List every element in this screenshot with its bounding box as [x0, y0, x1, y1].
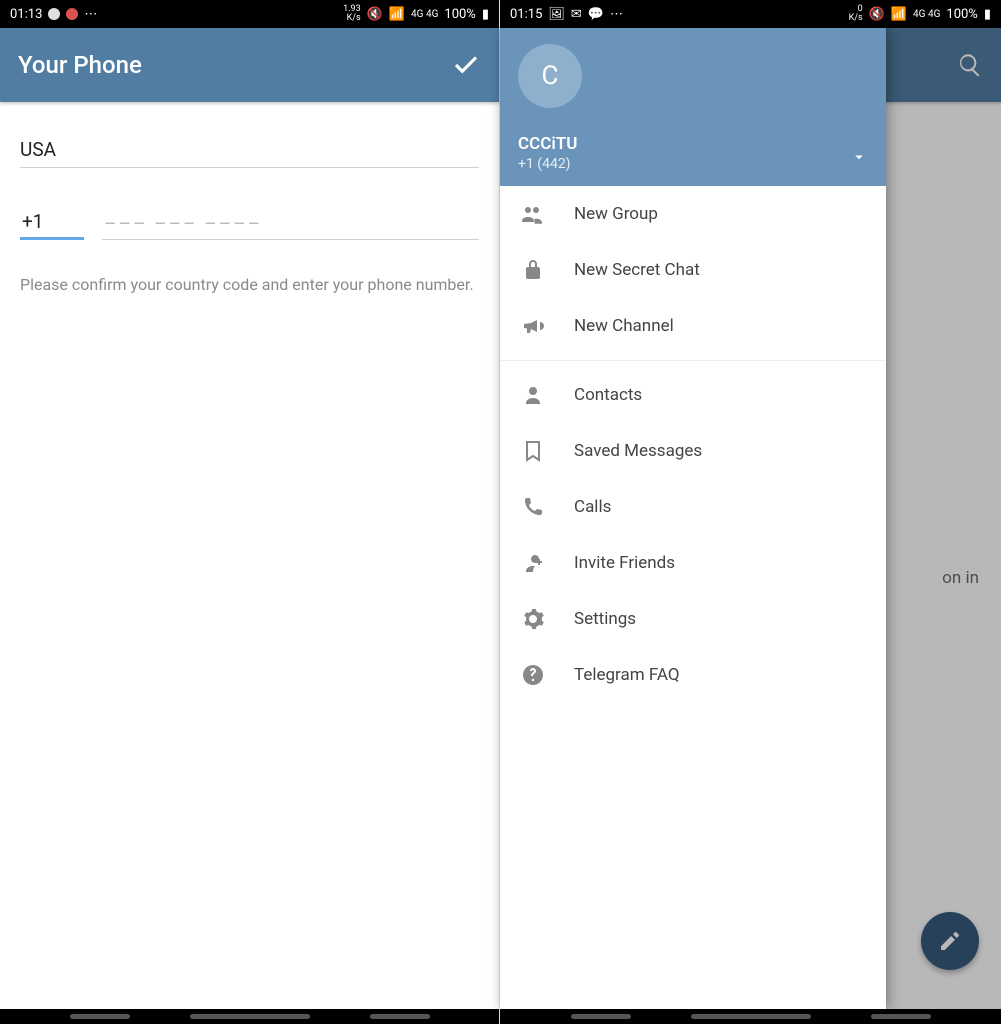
- status-icon: ⋯: [84, 7, 97, 22]
- account-phone: +1 (442): [518, 156, 868, 172]
- page-title: Your Phone: [18, 51, 142, 79]
- wifi-icon: 📶: [891, 7, 907, 22]
- status-net: 4G 4G: [411, 9, 438, 20]
- status-netspeed: 1.93 K/s: [343, 5, 361, 23]
- confirm-button[interactable]: [451, 50, 481, 80]
- status-icon: [48, 8, 60, 20]
- nav-back[interactable]: [871, 1014, 931, 1019]
- status-icon: ✉: [571, 7, 582, 22]
- mute-icon: 🔇: [367, 7, 383, 22]
- gear-icon: [520, 607, 546, 631]
- status-icon: [66, 8, 78, 20]
- bookmark-icon: [520, 439, 546, 463]
- people-icon: [520, 202, 546, 226]
- status-battery: 100%: [946, 7, 977, 22]
- drawer-item-invite[interactable]: Invite Friends: [500, 535, 886, 591]
- status-net: 4G 4G: [913, 9, 940, 20]
- drawer-item-label: New Group: [574, 204, 658, 224]
- phone-number-input[interactable]: ––– ––– ––––: [102, 208, 479, 240]
- android-navbar: [500, 1009, 1001, 1024]
- account-expand-icon[interactable]: [850, 148, 868, 166]
- country-field[interactable]: USA: [20, 132, 479, 168]
- drawer-item-new-group[interactable]: New Group: [500, 186, 886, 242]
- person-icon: [520, 383, 546, 407]
- drawer-item-label: Settings: [574, 609, 636, 629]
- status-icon: 🖼: [548, 7, 565, 22]
- battery-icon: ▮: [482, 7, 489, 22]
- invite-icon: [520, 551, 546, 575]
- screen-login: 01:13 ⋯ 1.93 K/s 🔇 📶 4G 4G 100% ▮ Your P…: [0, 0, 500, 1024]
- drawer-header[interactable]: C CCCiTU +1 (442): [500, 28, 886, 186]
- battery-icon: ▮: [984, 7, 991, 22]
- screen-drawer: 01:15 🖼 ✉ 💬 ⋯ 0 K/s 🔇 📶 4G 4G 100% ▮ on …: [500, 0, 1001, 1024]
- phone-icon: [520, 495, 546, 519]
- login-form: USA +1 ––– ––– –––– Please confirm your …: [0, 102, 499, 296]
- navigation-drawer: C CCCiTU +1 (442) New Group New Secret Ch…: [500, 28, 886, 1009]
- drawer-separator: [500, 360, 886, 361]
- help-icon: [520, 663, 546, 687]
- android-navbar: [0, 1009, 499, 1024]
- drawer-item-settings[interactable]: Settings: [500, 591, 886, 647]
- drawer-item-label: Saved Messages: [574, 441, 702, 461]
- avatar[interactable]: C: [518, 44, 582, 108]
- drawer-item-label: Calls: [574, 497, 611, 517]
- drawer-item-secret-chat[interactable]: New Secret Chat: [500, 242, 886, 298]
- status-battery: 100%: [444, 7, 475, 22]
- nav-recent[interactable]: [70, 1014, 130, 1019]
- drawer-item-faq[interactable]: Telegram FAQ: [500, 647, 886, 703]
- behind-text: on in: [942, 568, 979, 588]
- nav-home[interactable]: [190, 1014, 310, 1019]
- search-button[interactable]: [957, 52, 983, 78]
- status-bar: 01:13 ⋯ 1.93 K/s 🔇 📶 4G 4G 100% ▮: [0, 0, 499, 28]
- mute-icon: 🔇: [869, 7, 885, 22]
- drawer-item-label: Telegram FAQ: [574, 665, 680, 685]
- nav-home[interactable]: [691, 1014, 811, 1019]
- drawer-item-label: New Channel: [574, 316, 674, 336]
- drawer-item-label: New Secret Chat: [574, 260, 700, 280]
- drawer-list: New Group New Secret Chat New Channel Conta…: [500, 186, 886, 1009]
- drawer-item-label: Invite Friends: [574, 553, 675, 573]
- status-icon: ⋯: [610, 7, 623, 22]
- country-code-input[interactable]: +1: [20, 206, 84, 240]
- drawer-item-new-channel[interactable]: New Channel: [500, 298, 886, 354]
- nav-recent[interactable]: [571, 1014, 631, 1019]
- wifi-icon: 📶: [389, 7, 405, 22]
- status-netspeed: 0 K/s: [849, 5, 863, 23]
- drawer-item-saved[interactable]: Saved Messages: [500, 423, 886, 479]
- status-time: 01:15: [510, 7, 542, 22]
- status-time: 01:13: [10, 7, 42, 22]
- help-text: Please confirm your country code and ent…: [20, 274, 479, 296]
- lock-icon: [520, 258, 546, 282]
- drawer-item-calls[interactable]: Calls: [500, 479, 886, 535]
- status-icon: 💬: [588, 7, 604, 22]
- drawer-item-label: Contacts: [574, 385, 642, 405]
- nav-back[interactable]: [370, 1014, 430, 1019]
- megaphone-icon: [520, 314, 546, 338]
- status-bar: 01:15 🖼 ✉ 💬 ⋯ 0 K/s 🔇 📶 4G 4G 100% ▮: [500, 0, 1001, 28]
- appbar: Your Phone: [0, 28, 499, 102]
- drawer-item-contacts[interactable]: Contacts: [500, 367, 886, 423]
- account-name: CCCiTU: [518, 134, 868, 154]
- compose-fab[interactable]: [921, 912, 979, 970]
